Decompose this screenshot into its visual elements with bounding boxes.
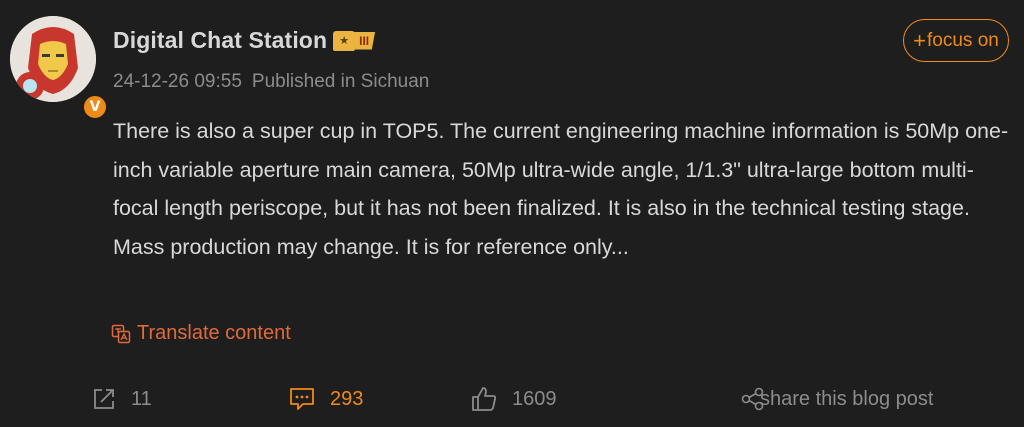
avatar[interactable]: V bbox=[10, 16, 108, 120]
translate-icon bbox=[111, 324, 131, 343]
like-icon bbox=[472, 387, 497, 411]
plus-icon: + bbox=[913, 27, 927, 53]
post-text: There is also a super cup in TOP5. The c… bbox=[113, 119, 1009, 259]
level-badge[interactable]: ★ III bbox=[333, 30, 376, 51]
verified-icon: V bbox=[82, 94, 108, 120]
comment-button[interactable]: 293 bbox=[288, 380, 363, 418]
post-location: Published in Sichuan bbox=[251, 71, 430, 92]
post-timestamp: 24-12-26 09:55 bbox=[113, 71, 242, 92]
author-row: Digital Chat Station ★ III bbox=[113, 27, 376, 54]
author-name[interactable]: Digital Chat Station bbox=[113, 27, 327, 54]
comment-icon bbox=[290, 388, 314, 410]
follow-button[interactable]: + focus on bbox=[903, 19, 1009, 62]
crown-badge-icon: ★ bbox=[333, 30, 356, 51]
comment-count: 293 bbox=[330, 387, 364, 410]
like-button[interactable]: 1609 bbox=[470, 380, 557, 418]
follow-button-label: focus on bbox=[927, 29, 999, 51]
repost-button[interactable]: 11 bbox=[91, 380, 152, 418]
action-bar: 11 293 1609 share this blog post bbox=[0, 380, 1024, 418]
post-meta: 24-12-26 09:55 Published in Sichuan bbox=[113, 71, 429, 93]
weibo-post: V Digital Chat Station ★ III 24-12-26 09… bbox=[0, 0, 1024, 427]
translate-button[interactable]: Translate content bbox=[111, 322, 291, 345]
ironman-avatar-image bbox=[10, 16, 96, 102]
badge-level-text: III bbox=[353, 31, 376, 50]
like-count: 1609 bbox=[512, 387, 557, 410]
share-blog-label: share this blog post bbox=[760, 387, 934, 410]
share-blog-button[interactable]: share this blog post bbox=[740, 380, 933, 418]
repost-count: 11 bbox=[131, 387, 152, 410]
share-icon bbox=[94, 389, 114, 409]
translate-label: Translate content bbox=[137, 322, 291, 344]
